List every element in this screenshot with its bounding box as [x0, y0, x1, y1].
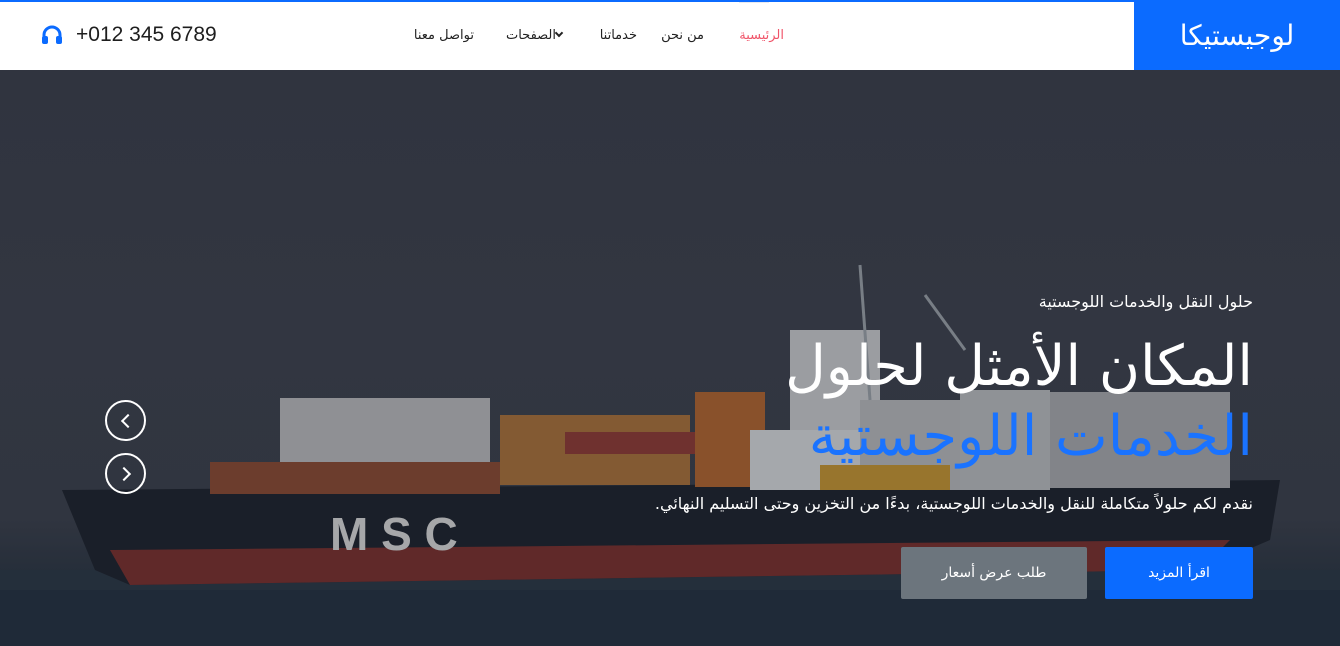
nav-item-about[interactable]: من نحن — [661, 0, 704, 70]
chevron-down-icon — [554, 28, 564, 38]
phone-contact[interactable]: +012 345 6789 — [40, 0, 217, 70]
headset-icon — [42, 25, 62, 44]
hero-headline-accent: الخدمات اللوجستية — [808, 404, 1253, 469]
hero-headline: المكان الأمثل لحلول الخدمات اللوجستية — [573, 332, 1253, 472]
top-accent-line — [0, 0, 1340, 2]
nav-item-home[interactable]: الرئيسية — [739, 0, 784, 70]
chevron-left-icon — [120, 413, 135, 428]
hero-subtitle: حلول النقل والخدمات اللوجستية — [1038, 292, 1253, 311]
nav-item-services[interactable]: خدماتنا — [600, 0, 637, 70]
brand-logo[interactable]: لوجيستيكا — [1134, 0, 1340, 70]
navbar: لوجيستيكا الرئيسية من نحن خدماتنا الصفحا… — [0, 0, 1340, 70]
hero-description: نقدم لكم حلولاً متكاملة للنقل والخدمات ا… — [654, 494, 1253, 513]
nav-item-pages[interactable]: الصفحات — [506, 0, 568, 70]
carousel-next-button[interactable] — [105, 453, 146, 494]
phone-number: +012 345 6789 — [76, 23, 217, 46]
read-more-button[interactable]: اقرأ المزيد — [1105, 547, 1253, 599]
carousel-prev-button[interactable] — [105, 400, 146, 441]
chevron-right-icon — [116, 466, 131, 481]
nav-item-contact[interactable]: تواصل معنا — [414, 0, 474, 70]
nav-item-pages-label: الصفحات — [505, 27, 556, 43]
hero-headline-main: المكان الأمثل لحلول — [785, 334, 1253, 399]
hero-carousel: M S C حلول النقل والخدمات اللوجستية المك… — [0, 70, 1340, 646]
request-quote-button[interactable]: طلب عرض أسعار — [901, 547, 1087, 599]
